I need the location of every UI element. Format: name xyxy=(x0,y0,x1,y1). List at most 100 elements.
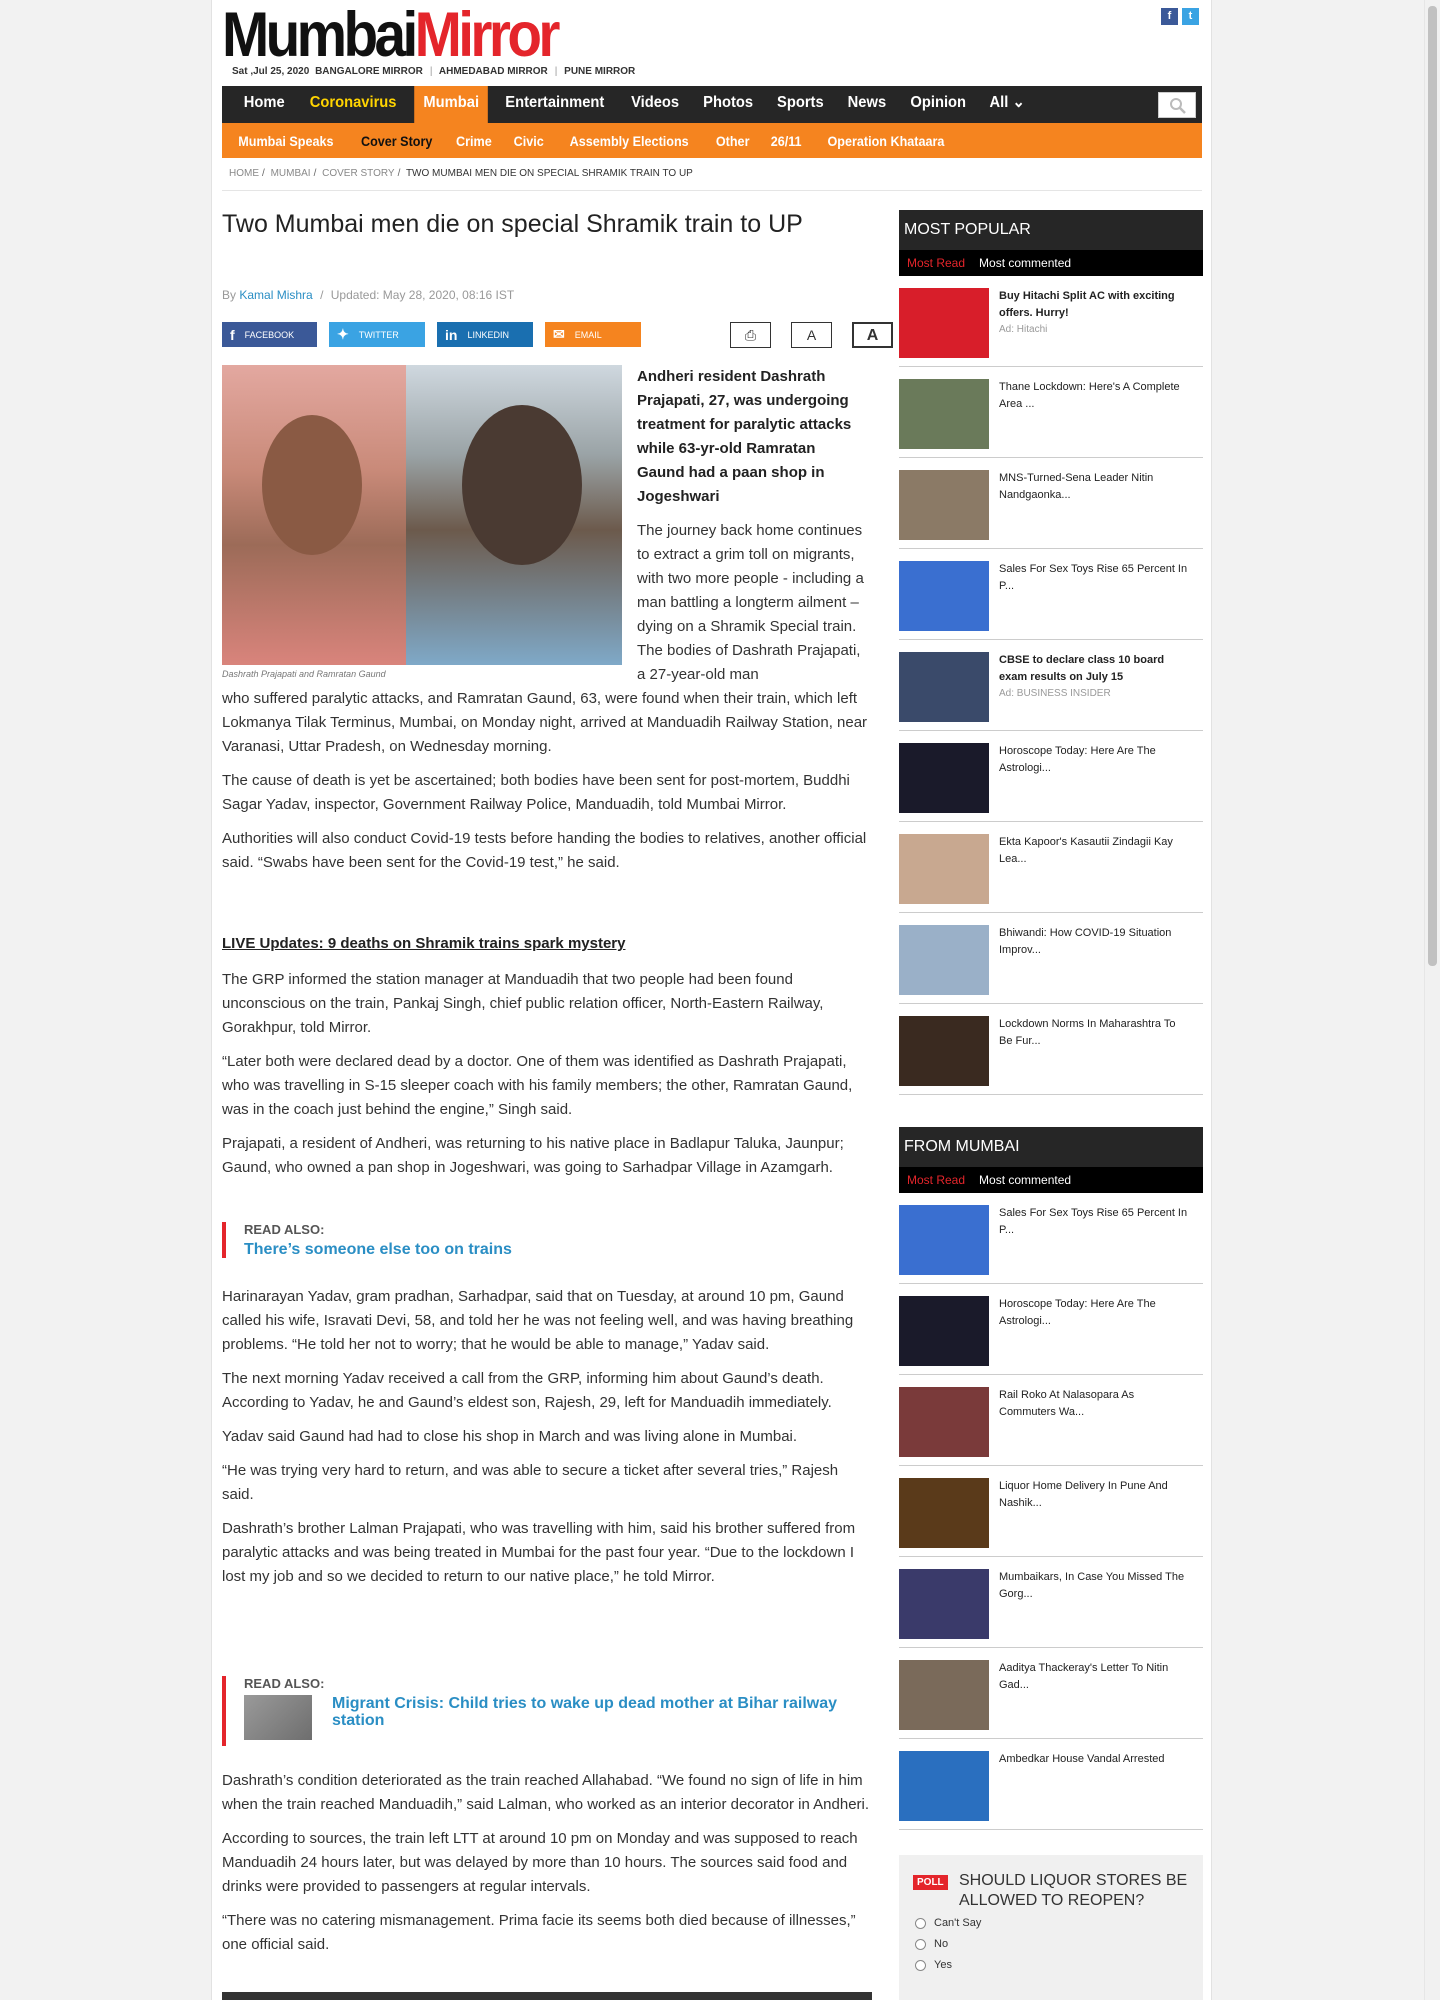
sidebar-story-item[interactable]: Ekta Kapoor's Kasautii Zindagii Kay Lea.… xyxy=(899,822,1203,913)
sidebar-story-item[interactable]: Mumbaikars, In Case You Missed The Gorg.… xyxy=(899,1557,1203,1648)
poll-option[interactable]: Can't Say xyxy=(915,1917,981,1929)
story-headline[interactable]: Sales For Sex Toys Rise 65 Percent In P.… xyxy=(999,1205,1189,1239)
subnav-assembly-elections[interactable]: Assembly Elections xyxy=(562,133,697,149)
subnav-cover-story[interactable]: Cover Story xyxy=(353,133,441,149)
facebook-icon[interactable]: f xyxy=(1161,8,1178,25)
story-thumbnail[interactable] xyxy=(899,1296,989,1366)
read-also-thumbnail[interactable] xyxy=(244,1695,312,1740)
story-thumbnail[interactable] xyxy=(899,1569,989,1639)
story-thumbnail[interactable] xyxy=(899,1660,989,1730)
story-headline[interactable]: MNS-Turned-Sena Leader Nitin Nandgaonka.… xyxy=(999,470,1189,504)
share-email-button[interactable]: ✉ EMAIL xyxy=(545,322,641,347)
story-headline[interactable]: Sales For Sex Toys Rise 65 Percent In P.… xyxy=(999,561,1189,595)
sidebar-story-item[interactable]: Thane Lockdown: Here's A Complete Area .… xyxy=(899,367,1203,458)
share-twitter-button[interactable]: ✦ TWITTER xyxy=(329,322,425,347)
radio-button[interactable] xyxy=(915,1938,926,1950)
scrollbar-thumb[interactable] xyxy=(1428,6,1437,966)
poll-option[interactable]: Yes xyxy=(915,1959,952,1971)
story-headline[interactable]: CBSE to declare class 10 board exam resu… xyxy=(999,652,1189,686)
story-headline[interactable]: Horoscope Today: Here Are The Astrologi.… xyxy=(999,743,1189,777)
font-increase-button[interactable]: A xyxy=(852,322,893,348)
author-link[interactable]: Kamal Mishra xyxy=(239,288,312,302)
subnav-crime[interactable]: Crime xyxy=(448,133,500,149)
share-linkedin-button[interactable]: in LINKEDIN xyxy=(437,322,533,347)
story-thumbnail[interactable] xyxy=(899,1751,989,1821)
story-thumbnail[interactable] xyxy=(899,288,989,358)
tab-most-read[interactable]: Most Read xyxy=(907,1173,965,1187)
read-also-link[interactable]: Migrant Crisis: Child tries to wake up d… xyxy=(332,1695,892,1740)
sidebar-story-item[interactable]: Horoscope Today: Here Are The Astrologi.… xyxy=(899,1284,1203,1375)
radio-button[interactable] xyxy=(915,1917,926,1929)
radio-button[interactable] xyxy=(915,1959,926,1971)
subnav-operation-khataara[interactable]: Operation Khataara xyxy=(820,133,953,149)
nav-mumbai[interactable]: Mumbai xyxy=(413,86,488,123)
story-headline[interactable]: Rail Roko At Nalasopara As Commuters Wa.… xyxy=(999,1387,1189,1421)
nav-opinion[interactable]: Opinion xyxy=(901,86,975,123)
edition-link-pune[interactable]: PUNE MIRROR xyxy=(564,66,635,77)
nav-entertainment[interactable]: Entertainment xyxy=(496,86,613,123)
story-thumbnail[interactable] xyxy=(899,743,989,813)
sidebar-story-item[interactable]: Liquor Home Delivery In Pune And Nashik.… xyxy=(899,1466,1203,1557)
edition-link-ahmedabad[interactable]: AHMEDABAD MIRROR xyxy=(439,66,548,77)
story-thumbnail[interactable] xyxy=(899,925,989,995)
story-thumbnail[interactable] xyxy=(899,1205,989,1275)
story-headline[interactable]: Mumbaikars, In Case You Missed The Gorg.… xyxy=(999,1569,1189,1603)
sidebar-story-item[interactable]: MNS-Turned-Sena Leader Nitin Nandgaonka.… xyxy=(899,458,1203,549)
story-thumbnail[interactable] xyxy=(899,379,989,449)
subnav-mumbai-speaks[interactable]: Mumbai Speaks xyxy=(230,133,341,149)
print-button[interactable]: ⎙ xyxy=(730,322,771,348)
font-decrease-button[interactable]: A xyxy=(791,322,832,348)
nav-home[interactable]: Home xyxy=(235,86,294,123)
story-thumbnail[interactable] xyxy=(899,1387,989,1457)
nav-coronavirus[interactable]: Coronavirus xyxy=(301,86,406,123)
live-updates-link[interactable]: LIVE Updates: 9 deaths on Shramik trains… xyxy=(222,935,625,952)
twitter-icon[interactable]: t xyxy=(1182,8,1199,25)
story-headline[interactable]: Thane Lockdown: Here's A Complete Area .… xyxy=(999,379,1189,413)
scrollbar[interactable] xyxy=(1424,0,1440,2000)
story-headline[interactable]: Ambedkar House Vandal Arrested xyxy=(999,1751,1189,1768)
nav-sports[interactable]: Sports xyxy=(768,86,833,123)
sidebar-story-item[interactable]: Buy Hitachi Split AC with exciting offer… xyxy=(899,276,1203,367)
tab-most-read[interactable]: Most Read xyxy=(907,256,965,270)
story-headline[interactable]: Ekta Kapoor's Kasautii Zindagii Kay Lea.… xyxy=(999,834,1189,868)
story-headline[interactable]: Lockdown Norms In Maharashtra To Be Fur.… xyxy=(999,1016,1189,1050)
sidebar-story-item[interactable]: Sales For Sex Toys Rise 65 Percent In P.… xyxy=(899,549,1203,640)
nav-photos[interactable]: Photos xyxy=(694,86,762,123)
subnav-civic[interactable]: Civic xyxy=(505,133,551,149)
story-thumbnail[interactable] xyxy=(899,470,989,540)
subnav-26-11[interactable]: 26/11 xyxy=(763,133,810,149)
sidebar-story-item[interactable]: Sales For Sex Toys Rise 65 Percent In P.… xyxy=(899,1193,1203,1284)
sidebar-story-item[interactable]: Lockdown Norms In Maharashtra To Be Fur.… xyxy=(899,1004,1203,1095)
story-thumbnail[interactable] xyxy=(899,652,989,722)
subnav-other[interactable]: Other xyxy=(707,133,757,149)
story-thumbnail[interactable] xyxy=(899,834,989,904)
story-headline[interactable]: Buy Hitachi Split AC with exciting offer… xyxy=(999,288,1189,322)
tab-most-commented[interactable]: Most commented xyxy=(979,256,1071,270)
edition-link-bangalore[interactable]: BANGALORE MIRROR xyxy=(315,66,423,77)
story-headline[interactable]: Aaditya Thackeray's Letter To Nitin Gad.… xyxy=(999,1660,1189,1694)
sidebar-story-item[interactable]: Ambedkar House Vandal Arrested xyxy=(899,1739,1203,1830)
sidebar-story-item[interactable]: Bhiwandi: How COVID-19 Situation Improv.… xyxy=(899,913,1203,1004)
sidebar-story-item[interactable]: Aaditya Thackeray's Letter To Nitin Gad.… xyxy=(899,1648,1203,1739)
story-headline[interactable]: Bhiwandi: How COVID-19 Situation Improv.… xyxy=(999,925,1189,959)
nav-news[interactable]: News xyxy=(838,86,895,123)
breadcrumb-home[interactable]: HOME xyxy=(229,168,259,179)
poll-option[interactable]: No xyxy=(915,1938,948,1950)
search-button[interactable] xyxy=(1158,92,1196,118)
sidebar-story-item[interactable]: CBSE to declare class 10 board exam resu… xyxy=(899,640,1203,731)
story-thumbnail[interactable] xyxy=(899,1016,989,1086)
story-thumbnail[interactable] xyxy=(899,561,989,631)
story-headline[interactable]: Liquor Home Delivery In Pune And Nashik.… xyxy=(999,1478,1189,1512)
breadcrumb-cover-story[interactable]: COVER STORY xyxy=(322,168,394,179)
nav-all[interactable]: All ⌄ xyxy=(980,86,1034,123)
story-thumbnail[interactable] xyxy=(899,1478,989,1548)
sidebar-story-item[interactable]: Horoscope Today: Here Are The Astrologi.… xyxy=(899,731,1203,822)
breadcrumb-mumbai[interactable]: MUMBAI xyxy=(271,168,311,179)
sidebar-story-item[interactable]: Rail Roko At Nalasopara As Commuters Wa.… xyxy=(899,1375,1203,1466)
nav-videos[interactable]: Videos xyxy=(622,86,688,123)
share-facebook-button[interactable]: f FACEBOOK xyxy=(222,322,317,347)
story-headline[interactable]: Horoscope Today: Here Are The Astrologi.… xyxy=(999,1296,1189,1330)
tab-most-commented[interactable]: Most commented xyxy=(979,1173,1071,1187)
site-logo[interactable]: MumbaiMirror xyxy=(222,4,560,67)
read-also-link[interactable]: There’s someone else too on trains xyxy=(244,1241,512,1258)
